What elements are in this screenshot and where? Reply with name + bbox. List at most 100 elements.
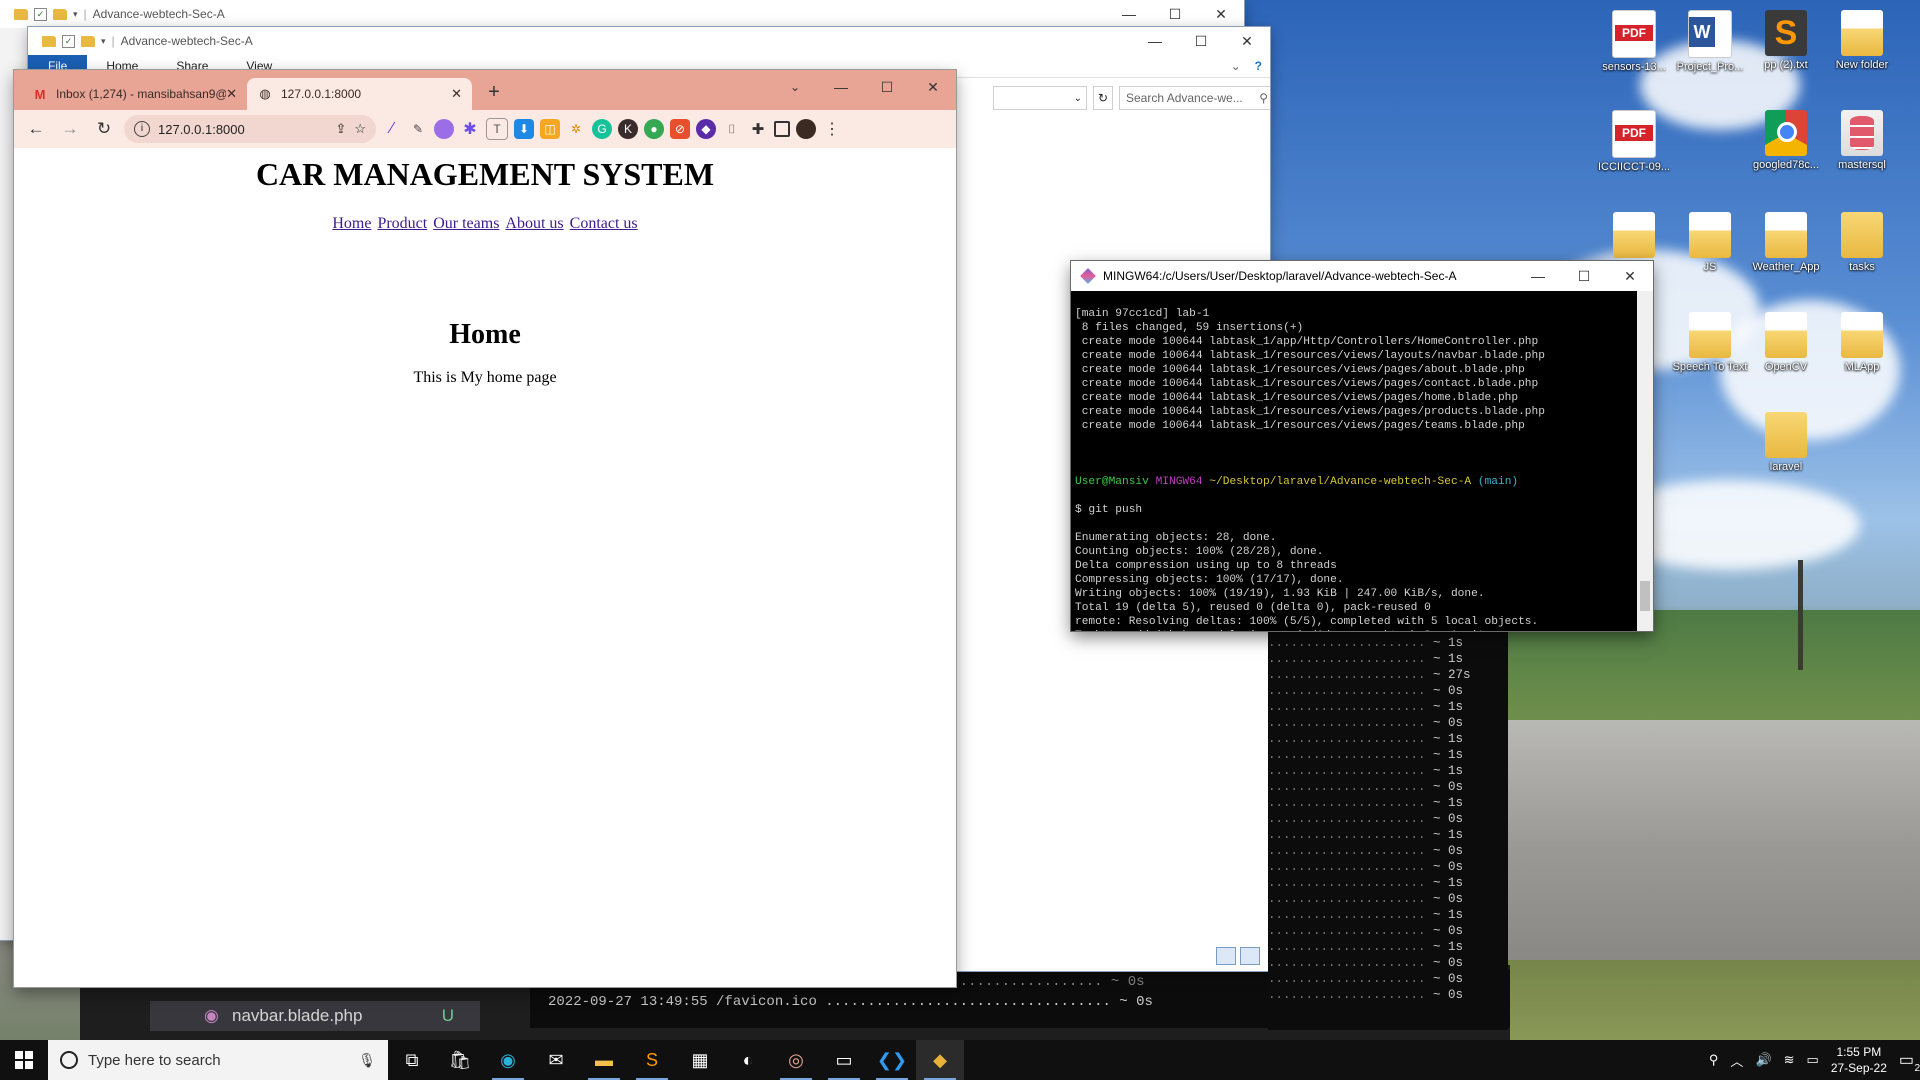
minimize-button[interactable]: — [1132, 27, 1178, 55]
k-extension-icon[interactable]: K [618, 119, 638, 139]
nav-link-contact-us[interactable]: Contact us [570, 215, 638, 232]
grammarly-icon[interactable]: G [592, 119, 612, 139]
new-folder-icon[interactable] [81, 35, 95, 47]
people-icon[interactable]: ⚲ [1709, 1052, 1719, 1068]
orange-extension-icon[interactable]: ◫ [540, 119, 560, 139]
desktop-icon-pdf-2[interactable]: ICCIICCT-09... [1596, 110, 1672, 174]
share-icon[interactable]: ⇪ [335, 121, 346, 137]
extensions-puzzle-icon[interactable]: ✚ [748, 119, 768, 139]
nav-link-our-teams[interactable]: Our teams [433, 215, 499, 232]
nav-link-about-us[interactable]: About us [505, 215, 563, 232]
vscode-icon[interactable]: ❮❯ [868, 1040, 916, 1080]
mail-icon[interactable]: ✉ [532, 1040, 580, 1080]
expand-ribbon-icon[interactable]: ⌄ [1225, 59, 1247, 73]
terminal-output[interactable]: [main 97cc1cd] lab-1 8 files changed, 59… [1073, 291, 1637, 631]
pen-extension-icon[interactable]: ⁄ [382, 119, 402, 139]
maximize-button[interactable]: ☐ [1152, 0, 1198, 28]
new-folder-icon[interactable] [53, 8, 67, 20]
edge-icon[interactable]: ◉ [484, 1040, 532, 1080]
properties-icon[interactable]: ✓ [62, 34, 75, 48]
desktop-icon-new-folder[interactable]: New folder [1824, 10, 1900, 72]
text-extension-icon[interactable]: T [486, 118, 508, 140]
back-button[interactable]: ← [22, 115, 50, 143]
tab-localhost[interactable]: ◍ 127.0.0.1:8000 ✕ [247, 78, 472, 110]
refresh-icon[interactable]: ↻ [1093, 86, 1113, 110]
minimize-button[interactable]: — [1106, 0, 1152, 28]
desktop-icon-mlapp[interactable]: MLApp [1824, 312, 1900, 374]
site-info-icon[interactable]: i [134, 121, 150, 137]
nav-link-home[interactable]: Home [332, 215, 371, 232]
menu-kebab-icon[interactable]: ⋮ [822, 119, 842, 139]
help-icon[interactable]: ? [1247, 59, 1270, 73]
eyedropper-extension-icon[interactable]: ✎ [408, 119, 428, 139]
terminal-scrollbar[interactable] [1637, 291, 1653, 631]
desktop-icon-js[interactable]: JS [1672, 212, 1748, 274]
large-icons-view-button[interactable] [1240, 947, 1260, 965]
profile-avatar[interactable] [796, 119, 816, 139]
chrome-icon[interactable]: ◎ [772, 1040, 820, 1080]
minimize-button[interactable]: — [1515, 261, 1561, 291]
desktop-icon-chrome-file[interactable]: googled78c... [1748, 110, 1824, 172]
customize-qat-icon[interactable]: ▾ [101, 36, 106, 47]
reload-button[interactable]: ↻ [90, 115, 118, 143]
bubble-extension-icon[interactable] [434, 119, 454, 139]
volume-icon[interactable]: 🔊 [1755, 1052, 1771, 1068]
close-button[interactable]: ✕ [910, 70, 956, 104]
calculator-icon[interactable]: ▦ [676, 1040, 724, 1080]
task-view-button[interactable]: ⧉ [388, 1040, 436, 1080]
desktop-icon-mastersql[interactable]: mastersql [1824, 110, 1900, 172]
desktop-icon-word[interactable]: Project_Pro... [1672, 10, 1748, 74]
game-icon[interactable]: ◐ [724, 1040, 772, 1080]
maximize-button[interactable]: ☐ [864, 70, 910, 104]
address-bar[interactable]: i 127.0.0.1:8000 ⇪ ☆ [124, 115, 376, 143]
microphone-icon[interactable]: 🎙 [358, 1052, 376, 1069]
terminal-icon[interactable]: ▭ [820, 1040, 868, 1080]
close-tab-icon[interactable]: ✕ [226, 86, 237, 102]
git-bash-terminal[interactable]: MINGW64:/c/Users/User/Desktop/laravel/Ad… [1071, 261, 1653, 631]
desktop-icon-folder[interactable] [1596, 212, 1672, 261]
wifi-icon[interactable]: ≋ [1784, 1052, 1795, 1068]
shield-extension-icon[interactable]: ◆ [696, 119, 716, 139]
forward-button[interactable]: → [56, 115, 84, 143]
clock[interactable]: 1:55 PM 27-Sep-22 [1831, 1044, 1887, 1076]
snowflake-extension-icon[interactable]: ✱ [460, 119, 480, 139]
desktop-icon-weather-app[interactable]: Weather_App [1748, 212, 1824, 274]
minimize-button[interactable]: — [818, 70, 864, 104]
desktop-icon-txt[interactable]: pp (2).txt [1748, 10, 1824, 72]
location-extension-icon[interactable]: ● [644, 119, 664, 139]
bug-extension-icon[interactable]: ✲ [566, 119, 586, 139]
desktop-icon-tasks[interactable]: tasks [1824, 212, 1900, 274]
ruler-extension-icon[interactable]: ⊘ [670, 119, 690, 139]
maximize-button[interactable]: ☐ [1178, 27, 1224, 55]
file-explorer-icon[interactable]: ▬ [580, 1040, 628, 1080]
start-button[interactable] [0, 1040, 48, 1080]
close-button[interactable]: ✕ [1224, 27, 1270, 55]
details-view-button[interactable] [1216, 947, 1236, 965]
close-button[interactable]: ✕ [1198, 0, 1244, 28]
camera-extension-icon[interactable]: ⌷ [722, 119, 742, 139]
show-hidden-icons-icon[interactable]: ︿ [1730, 1051, 1743, 1070]
search-input[interactable]: Search Advance-we... ⚲ [1119, 86, 1270, 110]
chrome-window[interactable]: M Inbox (1,274) - mansibahsan9@g ✕ ◍ 127… [14, 70, 956, 987]
maximize-button[interactable]: ☐ [1561, 261, 1607, 291]
taskbar-search[interactable]: Type here to search 🎙 [48, 1040, 388, 1080]
desktop-icon-laravel[interactable]: laravel [1748, 412, 1824, 474]
desktop-icon-speech-to-text[interactable]: Speech To Text [1672, 312, 1748, 374]
tab-gmail[interactable]: M Inbox (1,274) - mansibahsan9@g ✕ [22, 78, 247, 110]
nav-link-product[interactable]: Product [377, 215, 427, 232]
battery-icon[interactable]: ▭ [1807, 1052, 1819, 1068]
desktop-icon-pdf[interactable]: sensors-13... [1596, 10, 1672, 74]
close-button[interactable]: ✕ [1607, 261, 1653, 291]
close-tab-icon[interactable]: ✕ [451, 86, 462, 102]
side-panel-icon[interactable] [774, 121, 790, 137]
vscode-explorer-item[interactable]: ◉ navbar.blade.php U [150, 1001, 480, 1031]
git-bash-icon[interactable]: ◆ [916, 1040, 964, 1080]
bookmark-star-icon[interactable]: ☆ [354, 121, 366, 137]
store-icon[interactable]: 🛍 [436, 1040, 484, 1080]
address-bar[interactable]: ⌄ [993, 86, 1087, 110]
sublime-text-icon[interactable]: S [628, 1040, 676, 1080]
properties-icon[interactable]: ✓ [34, 7, 47, 21]
notification-icon[interactable]: ▭ 2 [1899, 1050, 1920, 1074]
desktop-icon-opencv[interactable]: OpenCV [1748, 312, 1824, 374]
tab-search-icon[interactable]: ⌄ [772, 70, 818, 104]
